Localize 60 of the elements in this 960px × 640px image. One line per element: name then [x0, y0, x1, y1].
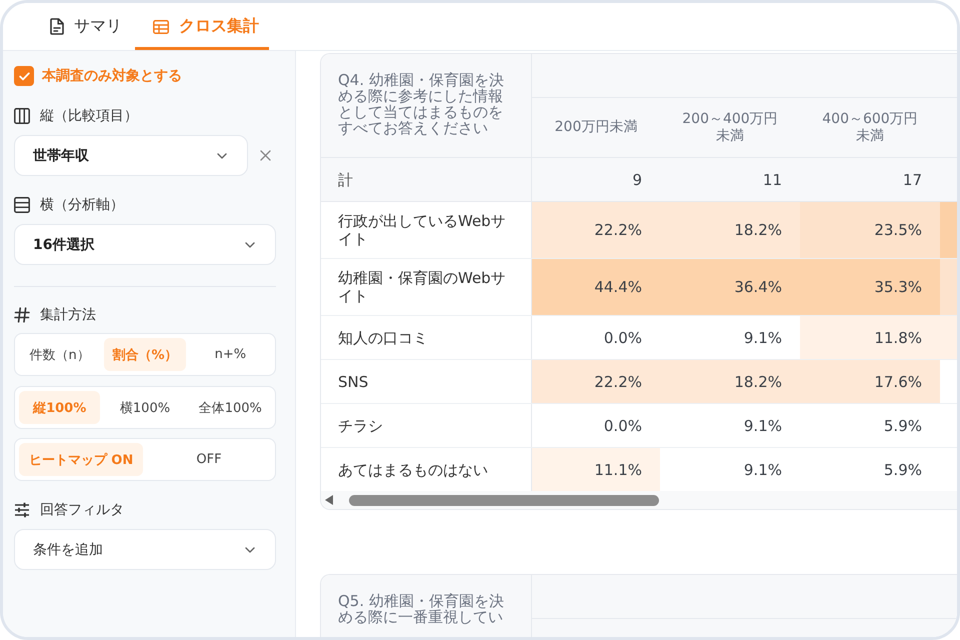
dropdown[interactable]: 16件選択	[14, 224, 276, 265]
cell-value: 17.6%	[874, 372, 922, 390]
cell-value: 35.3%	[874, 278, 922, 296]
cell-value: 44.4%	[594, 278, 642, 296]
section-label: 横（分析軸）	[40, 196, 124, 214]
cell-value: 22.2%	[594, 372, 642, 390]
cell-value: 5.9%	[884, 460, 922, 478]
column-header: 400～600万円未満	[821, 110, 919, 144]
cell-value: 36.4%	[734, 278, 782, 296]
cell-value: 9.1%	[744, 416, 782, 434]
segment-option[interactable]: 件数（n）	[19, 338, 100, 371]
row-label: 行政が出しているWebサイト	[338, 212, 507, 248]
cell-value: 23.5%	[874, 221, 922, 239]
total-count: 17	[902, 170, 922, 188]
close-icon[interactable]	[260, 150, 271, 161]
columns-icon	[14, 108, 30, 124]
cell-value: 11.1%	[594, 460, 642, 478]
scroll-left-icon[interactable]	[325, 495, 333, 505]
dropdown[interactable]: 世帯年収	[14, 135, 248, 176]
checkbox[interactable]	[14, 66, 34, 86]
section-label: 回答フィルタ	[40, 501, 124, 519]
column-header: 200万円未満	[554, 119, 638, 136]
cell-value: 0.0%	[604, 328, 642, 346]
row-label: 幼稚園・保育園のWebサイト	[338, 269, 507, 305]
check-icon	[18, 72, 30, 80]
row-label: あてはまるものはない	[338, 460, 488, 478]
cell-value: 5.9%	[884, 416, 922, 434]
dropdown[interactable]: 条件を追加	[14, 529, 276, 570]
cell-value: 9.1%	[744, 460, 782, 478]
chevron-down-icon	[245, 242, 255, 248]
sliders-icon	[14, 502, 30, 518]
chevron-down-icon	[217, 152, 227, 158]
hash-icon	[14, 307, 30, 323]
scrollbar-thumb[interactable]	[349, 494, 659, 506]
cell-value: 18.2%	[734, 221, 782, 239]
table-icon	[153, 20, 169, 34]
section-label: 縦（比較項目）	[40, 107, 138, 125]
cell-value: 18.2%	[734, 372, 782, 390]
column-header: 200～400万円未満	[681, 110, 779, 144]
question-text: Q4. 幼稚園・保育園を決める際に参考にした情報として当てはまるものをすべてお答えください	[338, 72, 505, 136]
total-count: 9	[632, 170, 642, 188]
cell-value: 9.1%	[744, 328, 782, 346]
cell-value: 0.0%	[604, 416, 642, 434]
segment-option[interactable]: n+%	[190, 338, 271, 371]
chevron-down-icon	[245, 546, 255, 552]
row-label: チラシ	[338, 416, 383, 434]
rows-icon	[14, 197, 30, 213]
section-label: 集計方法	[40, 306, 96, 324]
cell-value: 11.8%	[874, 328, 922, 346]
document-icon	[50, 18, 64, 35]
total-count: 11	[762, 170, 782, 188]
question-text: Q5. 幼稚園・保育園を決める際に一番重視してい	[338, 593, 505, 625]
segment-option[interactable]: 全体100%	[190, 391, 271, 424]
row-label: 計	[338, 170, 353, 188]
segment-option[interactable]: OFF	[147, 443, 271, 476]
segment-option[interactable]: 横100%	[104, 391, 186, 424]
row-label: 知人の口コミ	[338, 328, 428, 346]
cell-value: 22.2%	[594, 221, 642, 239]
row-label: SNS	[338, 372, 368, 390]
tab[interactable]: サマリ	[32, 3, 132, 50]
